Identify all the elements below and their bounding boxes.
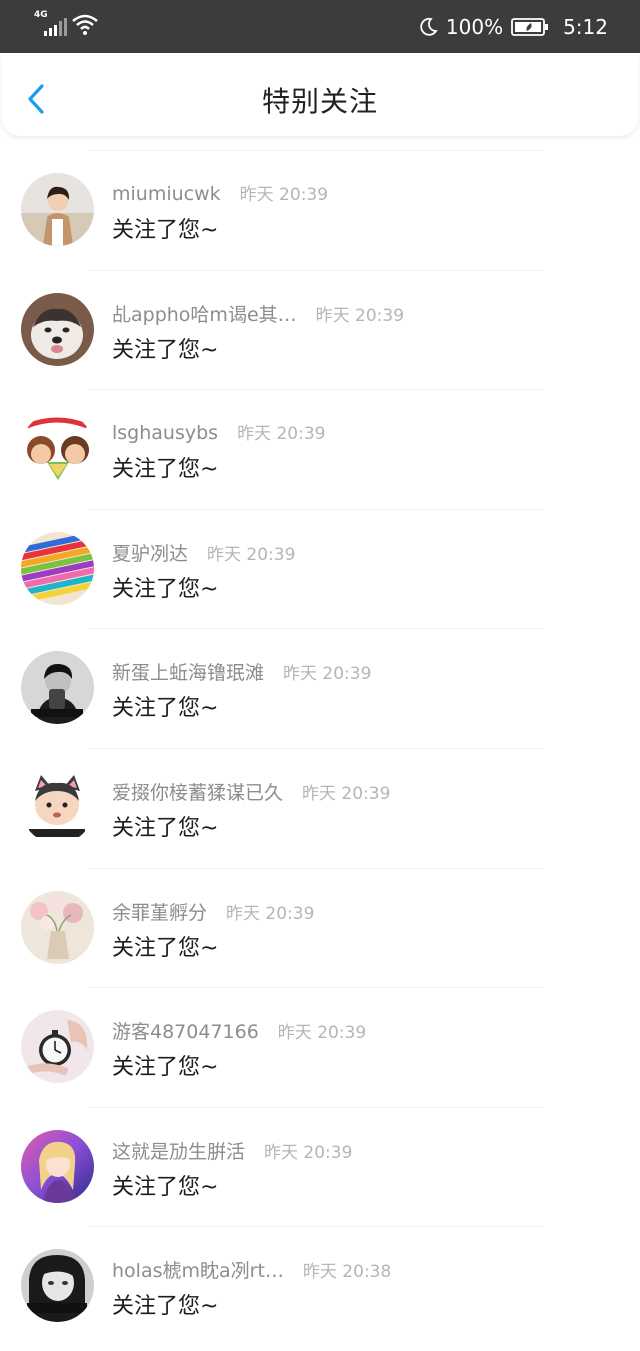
divider <box>88 1106 544 1108</box>
timestamp: 昨天 20:39 <box>207 544 296 565</box>
avatar-bw-portrait <box>21 651 94 725</box>
list-item[interactable]: 余罪堇孵分 昨天 20:39 关注了您~ <box>0 867 640 988</box>
message-text: 关注了您~ <box>112 337 219 363</box>
status-bar-right: 100% 5:12 <box>418 0 608 53</box>
divider <box>88 389 544 391</box>
timestamp: 昨天 20:39 <box>283 664 372 685</box>
item-meta: 乩appho哈m谒e其… 昨天 20:39 <box>112 300 404 327</box>
avatar-cat-ear-cartoon <box>21 770 94 844</box>
wifi-icon <box>72 14 98 35</box>
message-text: 关注了您~ <box>112 576 219 602</box>
avatar[interactable] <box>21 412 94 486</box>
divider <box>88 1226 544 1228</box>
divider <box>88 508 544 510</box>
avatar-anime-girl <box>21 1129 94 1203</box>
avatar[interactable] <box>21 1129 94 1203</box>
list-item[interactable]: holas椃m眈a冽rt… 昨天 20:38 关注了您~ <box>0 1226 640 1346</box>
username[interactable]: 余罪堇孵分 <box>112 898 207 925</box>
message-text: 关注了您~ <box>112 935 219 961</box>
list-item[interactable]: 游客487047166 昨天 20:39 关注了您~ <box>0 987 640 1107</box>
battery-icon <box>511 17 549 36</box>
avatar-husky-dog <box>21 292 94 366</box>
timestamp: 昨天 20:39 <box>277 1023 367 1044</box>
page-title: 特别关注 <box>261 85 378 118</box>
item-meta: 游客487047166 昨天 20:39 <box>112 1017 366 1044</box>
timestamp: 昨天 20:39 <box>264 1142 353 1163</box>
divider <box>88 150 544 151</box>
message-text: 关注了您~ <box>112 218 219 243</box>
item-meta: 新蛋上蚯海镥珉滩 昨天 20:39 <box>112 658 371 685</box>
timestamp: 昨天 20:39 <box>302 783 391 804</box>
avatar-pocket-watch <box>21 1010 94 1084</box>
timestamp: 昨天 20:39 <box>226 903 315 924</box>
avatar-cartoon-couple <box>21 412 94 486</box>
avatar[interactable] <box>21 770 94 844</box>
battery-percent: 100% <box>445 14 504 39</box>
username[interactable]: miumiucwk <box>112 183 221 205</box>
moon-icon <box>420 17 438 36</box>
avatar[interactable] <box>21 890 94 964</box>
message-text: 关注了您~ <box>112 696 219 722</box>
divider <box>88 269 544 271</box>
username[interactable]: 夏驴冽达 <box>112 539 188 566</box>
avatar-color-pencils <box>21 531 94 605</box>
list-item[interactable]: 爱掇你椄蓄猱谋已久 昨天 20:39 关注了您~ <box>0 747 640 868</box>
list-item[interactable]: lsghausybs 昨天 20:39 关注了您~ <box>0 389 640 509</box>
avatar[interactable] <box>21 1010 94 1084</box>
follow-notification-list: miumiucwk 昨天 20:39 关注了您~ 乩appho哈m谒e其… 昨天… <box>0 150 640 1346</box>
username[interactable]: 乩appho哈m谒e其… <box>112 300 297 327</box>
item-meta: miumiucwk 昨天 20:39 <box>112 180 328 205</box>
timestamp: 昨天 20:38 <box>302 1262 392 1283</box>
divider <box>88 747 544 749</box>
username[interactable]: holas椃m眈a冽rt… <box>112 1256 284 1283</box>
list-item[interactable]: miumiucwk 昨天 20:39 关注了您~ <box>0 150 640 270</box>
avatar[interactable] <box>21 1249 94 1323</box>
timestamp: 昨天 20:39 <box>239 185 329 205</box>
item-meta: 爱掇你椄蓄猱谋已久 昨天 20:39 <box>112 778 390 805</box>
item-meta: 余罪堇孵分 昨天 20:39 <box>112 898 314 925</box>
username[interactable]: 爱掇你椄蓄猱谋已久 <box>112 778 283 805</box>
message-text: 关注了您~ <box>112 1174 219 1200</box>
list-item[interactable]: 这就是劢生腁活 昨天 20:39 关注了您~ <box>0 1106 640 1227</box>
message-text: 关注了您~ <box>112 457 219 483</box>
item-meta: 夏驴冽达 昨天 20:39 <box>112 539 295 566</box>
list-item[interactable]: 夏驴冽达 昨天 20:39 关注了您~ <box>0 508 640 629</box>
divider <box>88 867 544 869</box>
username[interactable]: 游客487047166 <box>112 1017 259 1044</box>
avatar[interactable] <box>21 173 94 246</box>
message-text: 关注了您~ <box>112 1055 219 1081</box>
message-text: 关注了您~ <box>112 1294 219 1320</box>
item-meta: 这就是劢生腁活 昨天 20:39 <box>112 1137 352 1164</box>
divider <box>88 628 544 630</box>
avatar[interactable] <box>21 292 94 366</box>
avatar[interactable] <box>21 531 94 605</box>
timestamp: 昨天 20:39 <box>237 424 326 445</box>
list-item[interactable]: 新蛋上蚯海镥珉滩 昨天 20:39 关注了您~ <box>0 628 640 748</box>
divider <box>88 987 544 989</box>
avatar-boy-photo <box>21 173 94 246</box>
item-meta: lsghausybs 昨天 20:39 <box>112 419 325 444</box>
avatar-flower-vase <box>21 890 94 964</box>
status-bar: 4G 100% 5:12 <box>0 0 640 53</box>
username[interactable]: 新蛋上蚯海镥珉滩 <box>112 658 264 685</box>
username[interactable]: 这就是劢生腁活 <box>112 1137 245 1164</box>
avatar-bw-girl <box>21 1249 94 1323</box>
signal-icon <box>44 18 67 36</box>
message-text: 关注了您~ <box>112 815 219 841</box>
username[interactable]: lsghausybs <box>112 422 218 444</box>
avatar[interactable] <box>21 651 94 725</box>
list-item[interactable]: 乩appho哈m谒e其… 昨天 20:39 关注了您~ <box>0 269 640 390</box>
timestamp: 昨天 20:39 <box>315 305 405 326</box>
item-meta: holas椃m眈a冽rt… 昨天 20:38 <box>112 1256 391 1283</box>
clock: 5:12 <box>563 14 608 39</box>
